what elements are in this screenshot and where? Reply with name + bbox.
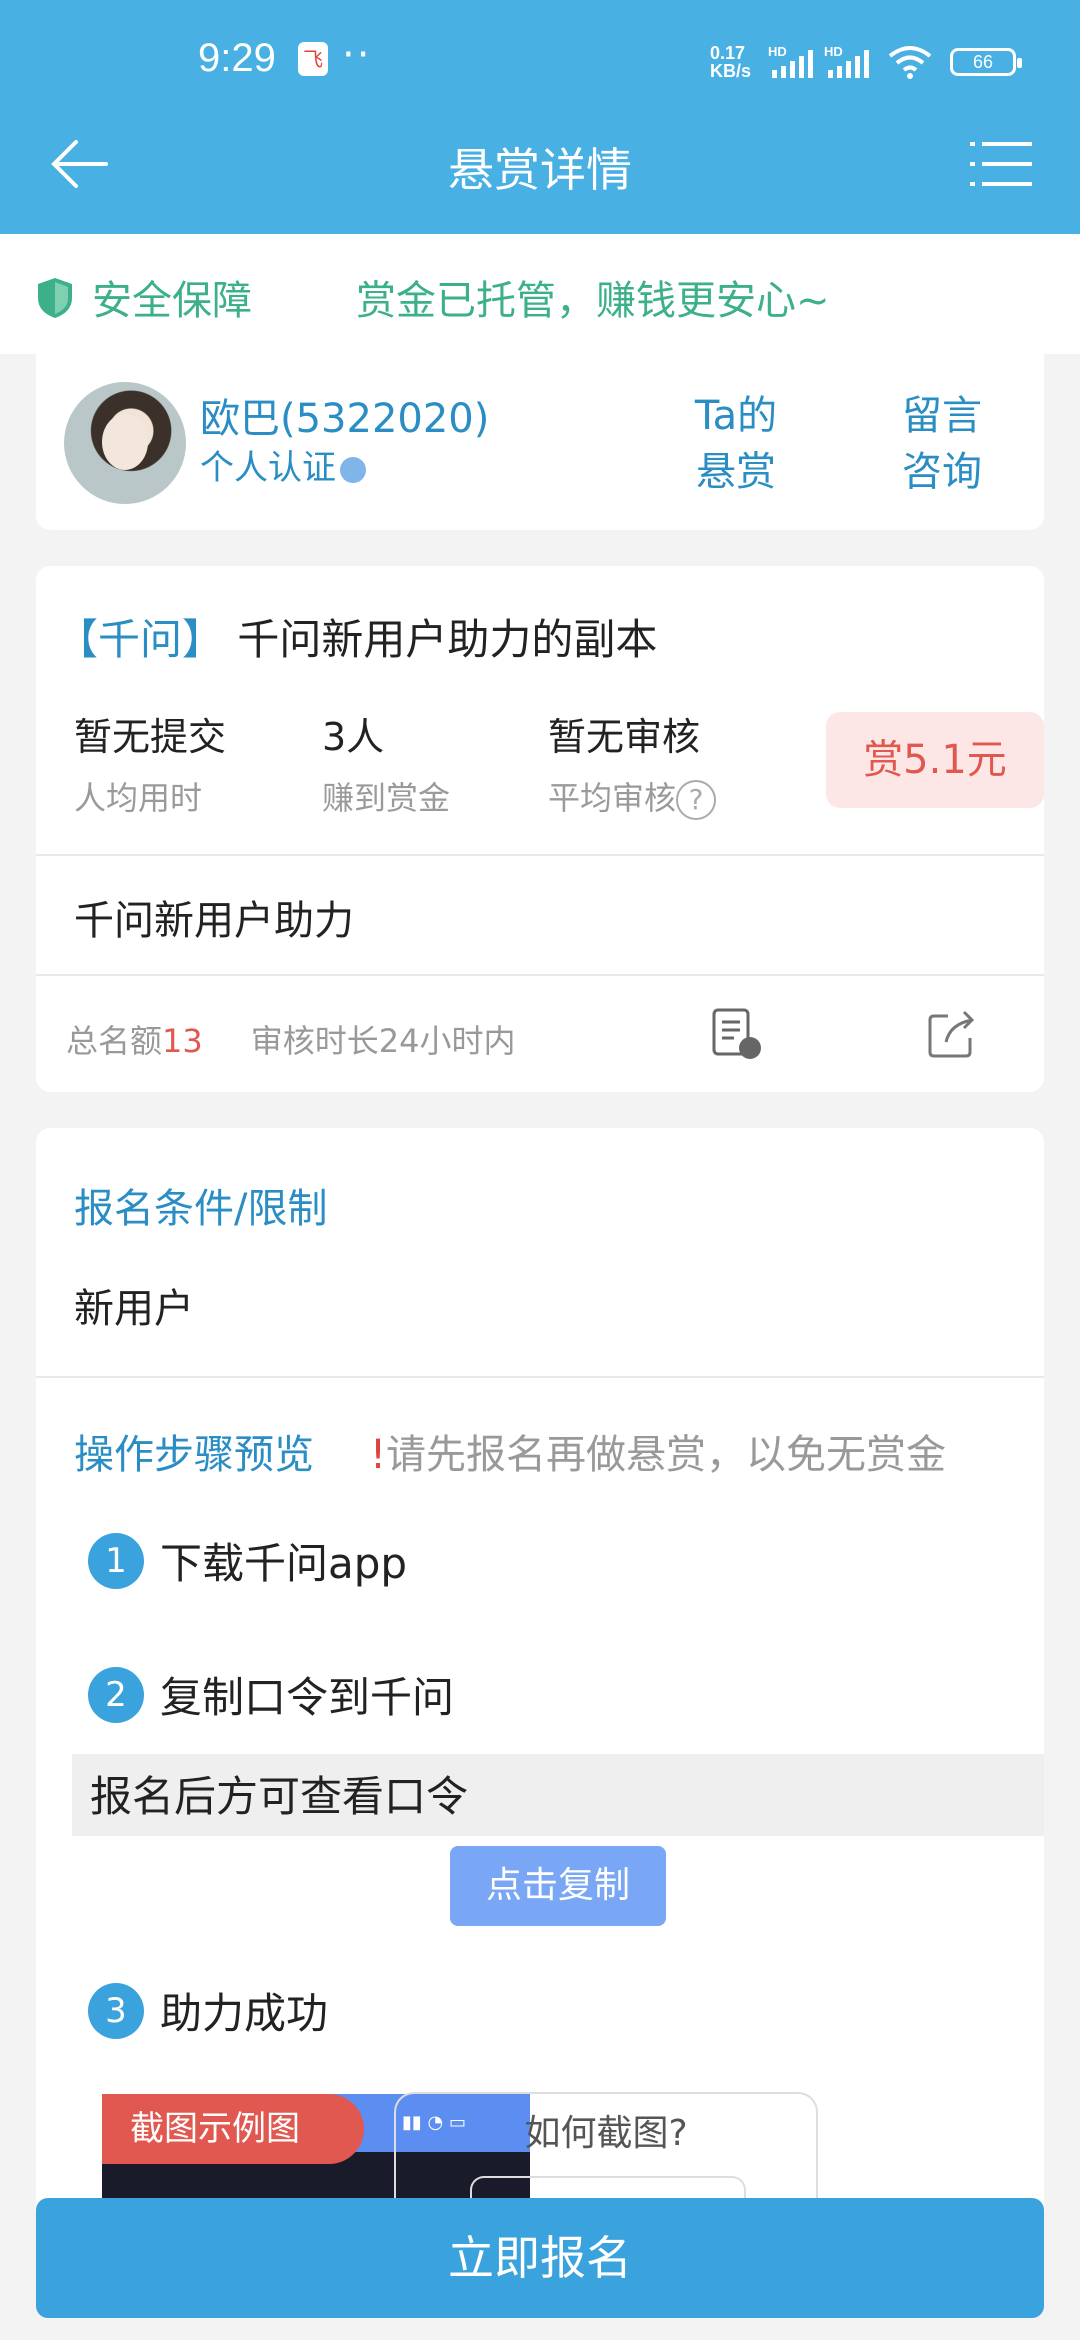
nav-bar: 悬赏详情: [0, 110, 1080, 234]
divider: [36, 1376, 1044, 1378]
net-speed-value: 0.17: [710, 43, 746, 63]
step-item: 3 助力成功: [88, 1980, 328, 2041]
ta-rewards-line2: 悬赏: [696, 449, 776, 495]
share-icon[interactable]: [924, 1006, 980, 1062]
security-label: 安全保障: [92, 278, 252, 324]
notification-icon: 飞: [298, 42, 328, 76]
quota-label: 总名额: [66, 1022, 163, 1060]
code-placeholder: 报名后方可查看口令: [72, 1754, 1044, 1836]
page-title: 悬赏详情: [448, 143, 632, 197]
steps-heading: 操作步骤预览: [74, 1432, 314, 1478]
stat-label-wrap: 平均审核?: [548, 773, 717, 820]
divider: [36, 854, 1044, 856]
cert-badge-icon: [340, 456, 366, 483]
stat-value: 3人: [322, 715, 385, 759]
battery-icon: 66: [950, 48, 1022, 76]
menu-icon[interactable]: [970, 140, 1032, 188]
step-label: 复制口令到千问: [160, 1673, 455, 1722]
security-banner: 安全保障 赏金已托管，赚钱更安心~: [0, 234, 1080, 354]
report-icon[interactable]: [710, 1006, 766, 1062]
conditions-card: 报名条件/限制 新用户 操作步骤预览 !请先报名再做悬赏，以免无赏金 1 下载千问…: [36, 1128, 1044, 2308]
warning-mark: !: [370, 1432, 387, 1478]
task-title-text: 千问新用户助力的副本: [237, 615, 658, 664]
net-speed-unit: KB/s: [710, 61, 752, 81]
task-card: 【千问】 千问新用户助力的副本 暂无提交 人均用时 3人 赚到赏金 暂无审核 平…: [36, 566, 1044, 1092]
steps-warning: !请先报名再做悬赏，以免无赏金: [370, 1422, 946, 1480]
stat-label: 赚到赏金: [322, 779, 451, 817]
stat-avg-time: 暂无提交 人均用时: [74, 706, 226, 819]
more-notifications-icon: ··: [342, 32, 372, 78]
cert-label: 个人认证: [200, 440, 366, 489]
conditions-text: 新用户: [74, 1286, 194, 1332]
help-icon[interactable]: ?: [676, 780, 717, 820]
signal-hd-label-2: HD: [824, 44, 843, 59]
app-header: 9:29 飞 ·· 0.17 KB/s HD HD 66 悬赏详情: [0, 0, 1080, 234]
stat-avg-review: 暂无审核 平均审核?: [548, 706, 717, 820]
message-consult-link[interactable]: 留言 咨询: [892, 388, 992, 500]
warning-text: 请先报名再做悬赏，以免无赏金: [386, 1432, 947, 1478]
wifi-icon: [888, 46, 932, 79]
avatar[interactable]: [64, 382, 186, 504]
status-time: 9:29: [198, 36, 276, 80]
step-number: 2: [88, 1666, 144, 1723]
step-label: 下载千问app: [160, 1539, 408, 1588]
message-line1: 留言: [902, 393, 982, 439]
howto-title: 如何截图?: [524, 2113, 688, 2154]
copy-button[interactable]: 点击复制: [450, 1846, 666, 1926]
step-item: 2 复制口令到千问: [88, 1664, 454, 1725]
reward-badge: 赏5.1元: [826, 712, 1044, 808]
signup-button[interactable]: 立即报名: [36, 2198, 1044, 2318]
quota-number: 13: [162, 1022, 203, 1060]
stat-label: 人均用时: [74, 779, 203, 817]
stat-value: 暂无审核: [548, 715, 701, 759]
cert-text: 个人认证: [200, 448, 336, 488]
publisher-card: 欧巴(5322020) 个人认证 Ta的 悬赏 留言 咨询: [36, 354, 1044, 530]
signal-hd-label: HD: [768, 44, 787, 59]
signal-icon: HD: [768, 44, 813, 78]
conditions-heading: 报名条件/限制: [74, 1186, 328, 1232]
stat-value: 暂无提交: [74, 715, 227, 759]
net-speed: 0.17 KB/s: [710, 44, 751, 80]
task-tag: 【千问】: [56, 615, 225, 664]
quota-info: 总名额13 审核时长24小时内: [66, 1016, 515, 1062]
shield-icon: [38, 278, 72, 318]
stat-earned: 3人 赚到赏金: [322, 706, 450, 819]
step-item: 1 下载千问app: [88, 1530, 407, 1591]
message-line2: 咨询: [902, 449, 982, 495]
status-bar: 9:29 飞 ·· 0.17 KB/s HD HD 66: [0, 0, 1080, 110]
signal-icon-2: HD: [824, 44, 869, 78]
step-number: 3: [88, 1982, 144, 2039]
divider: [36, 974, 1044, 976]
ta-rewards-line1: Ta的: [694, 393, 778, 439]
stat-label: 平均审核: [548, 779, 677, 817]
review-time: 审核时长24小时内: [250, 1022, 516, 1060]
example-label: 截图示例图: [102, 2094, 364, 2164]
step-number: 1: [88, 1532, 144, 1589]
howto-screenshot-card[interactable]: 如何截图?: [394, 2092, 818, 2216]
security-message: 赏金已托管，赚钱更安心~: [356, 278, 830, 324]
ta-rewards-link[interactable]: Ta的 悬赏: [686, 388, 786, 500]
step-label: 助力成功: [160, 1989, 329, 2038]
task-title: 【千问】 千问新用户助力的副本: [56, 606, 657, 667]
task-subtitle: 千问新用户助力: [74, 898, 354, 944]
publisher-name[interactable]: 欧巴(5322020): [200, 386, 489, 444]
